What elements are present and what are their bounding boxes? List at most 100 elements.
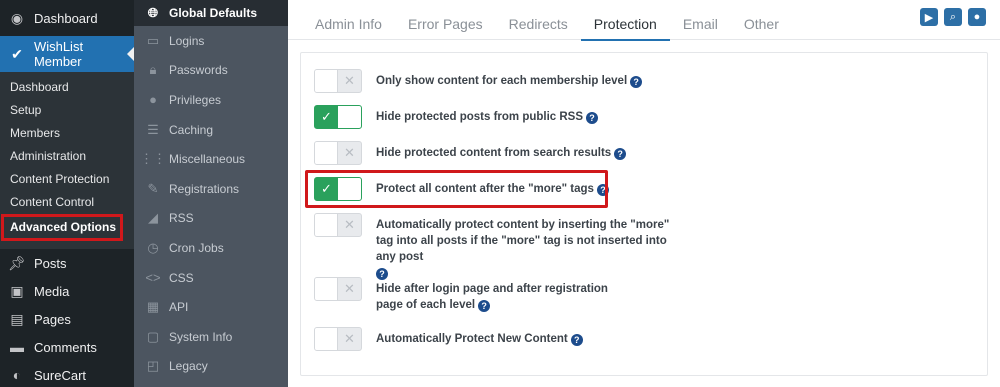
account-icon[interactable]: ●: [968, 8, 986, 26]
setting-label: Automatically Protect New Content?: [376, 327, 676, 351]
header-tools: ▶ ⌕ ●: [920, 8, 986, 26]
help-icon[interactable]: ?: [630, 76, 643, 88]
wl-menu-logins[interactable]: ▭ Logins: [134, 26, 288, 56]
grid-icon: ⋮⋮: [140, 151, 166, 167]
protection-settings-panel: ✕ Only show content for each membership …: [300, 52, 988, 376]
highlight-box: [305, 170, 608, 208]
wl-menu-label: Passwords: [169, 63, 228, 78]
pin-icon: 📌︎: [8, 254, 26, 271]
toggle-switch[interactable]: ✓: [314, 105, 362, 129]
wl-menu-passwords[interactable]: 🔒︎ Passwords: [134, 56, 288, 86]
menu-dashboard-label: Dashboard: [34, 10, 98, 26]
tab-protection[interactable]: Protection: [580, 0, 670, 41]
setting-row: ✕ Hide protected content from search res…: [314, 141, 676, 165]
menu-media[interactable]: ▣ Media: [0, 277, 134, 305]
wl-menu-miscellaneous[interactable]: ⋮⋮ Miscellaneous: [134, 144, 288, 174]
x-icon: ✕: [344, 281, 355, 296]
toggle-switch[interactable]: ✕: [314, 327, 362, 351]
login-icon: ▭: [146, 32, 160, 48]
legacy-icon: ◰: [146, 358, 160, 374]
wl-menu-rss[interactable]: ◢ RSS: [134, 204, 288, 234]
globe-icon: 🌐︎: [147, 5, 159, 20]
submenu-setup[interactable]: Setup: [0, 99, 134, 122]
help-icon[interactable]: ?: [614, 148, 627, 160]
menu-comments[interactable]: ▬ Comments: [0, 333, 134, 361]
page-icon: ▤: [10, 310, 24, 327]
wl-menu-system-info[interactable]: ▢ System Info: [134, 322, 288, 352]
setting-label: Hide protected posts from public RSS?: [376, 105, 676, 129]
menu-pages[interactable]: ▤ Pages: [0, 305, 134, 333]
toggle-switch[interactable]: ✕: [314, 213, 362, 237]
x-icon: ✕: [344, 331, 355, 346]
user-icon: ●: [149, 92, 157, 108]
surecart-icon: ◐: [12, 367, 22, 383]
wl-menu-label: Caching: [169, 122, 214, 137]
submenu-dashboard[interactable]: Dashboard: [0, 76, 134, 99]
setting-label: Automatically protect content by inserti…: [376, 219, 670, 280]
wl-menu-label: CSS: [169, 270, 194, 285]
help-icon[interactable]: ?: [570, 334, 583, 346]
wl-menu-label: Privileges: [169, 92, 222, 107]
wl-menu-label: API: [169, 300, 189, 315]
wl-menu-global-defaults[interactable]: 🌐︎ Global Defaults: [134, 0, 288, 26]
tab-redirects[interactable]: Redirects: [496, 0, 581, 40]
main-content: Admin Info Error Pages Redirects Protect…: [288, 0, 1000, 387]
caching-icon: ☰: [147, 121, 159, 137]
wl-menu-css[interactable]: <> CSS: [134, 263, 288, 293]
wl-menu-privileges[interactable]: ● Privileges: [134, 85, 288, 115]
wl-menu-legacy[interactable]: ◰ Legacy: [134, 352, 288, 382]
search-help-icon[interactable]: ⌕: [944, 8, 962, 26]
tab-error-pages[interactable]: Error Pages: [395, 0, 496, 40]
api-icon: ▦: [146, 299, 160, 315]
wl-menu-cron-jobs[interactable]: ◷ Cron Jobs: [134, 233, 288, 263]
setting-row: ✕ Hide after login page and after regist…: [314, 277, 626, 313]
setting-label: Hide after login page and after registra…: [376, 283, 608, 312]
wl-menu-label: Registrations: [169, 181, 240, 196]
toggle-switch[interactable]: ✕: [314, 69, 362, 93]
comment-icon: ▬: [10, 339, 24, 355]
help-icon[interactable]: ?: [586, 112, 599, 124]
submenu-advanced-options[interactable]: Advanced Options: [1, 214, 123, 241]
x-icon: ✕: [344, 145, 355, 160]
toggle-switch[interactable]: ✕: [314, 141, 362, 165]
menu-posts[interactable]: 📌︎ Posts: [0, 249, 134, 277]
menu-media-label: Media: [34, 283, 70, 299]
wl-menu-label: Miscellaneous: [169, 152, 246, 167]
wl-menu-api[interactable]: ▦ API: [134, 292, 288, 322]
info-icon: ▢: [146, 328, 160, 344]
help-icon[interactable]: ?: [478, 300, 491, 312]
submenu-administration[interactable]: Administration: [0, 145, 134, 168]
setting-row: ✓ Hide protected posts from public RSS?: [314, 105, 676, 129]
x-icon: ✕: [344, 73, 355, 88]
menu-surecart-label: SureCart: [34, 367, 87, 383]
menu-dashboard[interactable]: ◉ Dashboard: [0, 0, 134, 36]
wl-menu-label: Global Defaults: [169, 6, 258, 20]
submenu-members[interactable]: Members: [0, 122, 134, 145]
setting-label: Only show content for each membership le…: [376, 69, 676, 93]
wp-admin-sidebar: ◉ Dashboard ✔ WishList Member Dashboard …: [0, 0, 134, 387]
dashboard-icon: ◉: [10, 9, 24, 26]
menu-pages-label: Pages: [34, 311, 71, 327]
rss-icon: ◢: [148, 210, 158, 226]
menu-surecart[interactable]: ◐ SureCart: [0, 361, 134, 387]
media-icon: ▣: [10, 282, 24, 299]
tab-other[interactable]: Other: [731, 0, 792, 40]
wl-menu-registrations[interactable]: ✎ Registrations: [134, 174, 288, 204]
tab-email[interactable]: Email: [670, 0, 731, 40]
menu-wishlist-member[interactable]: ✔ WishList Member: [0, 36, 134, 72]
tab-admin-info[interactable]: Admin Info: [302, 0, 395, 40]
wl-menu-label: Legacy: [169, 359, 208, 374]
setting-row: ✕ Automatically protect content by inser…: [314, 213, 676, 281]
submenu-content-control[interactable]: Content Control: [0, 191, 134, 214]
video-icon[interactable]: ▶: [920, 8, 938, 26]
setting-row: ✕ Automatically Protect New Content?: [314, 327, 676, 351]
settings-tabs: Admin Info Error Pages Redirects Protect…: [288, 0, 1000, 41]
toggle-switch[interactable]: ✕: [314, 277, 362, 301]
wl-menu-caching[interactable]: ☰ Caching: [134, 115, 288, 145]
wl-menu-label: RSS: [169, 211, 194, 226]
submenu-content-protection[interactable]: Content Protection: [0, 168, 134, 191]
setting-label: Hide protected content from search resul…: [376, 141, 676, 165]
code-icon: <>: [145, 270, 161, 286]
menu-posts-label: Posts: [34, 255, 67, 271]
lock-icon: 🔒︎: [149, 62, 157, 78]
